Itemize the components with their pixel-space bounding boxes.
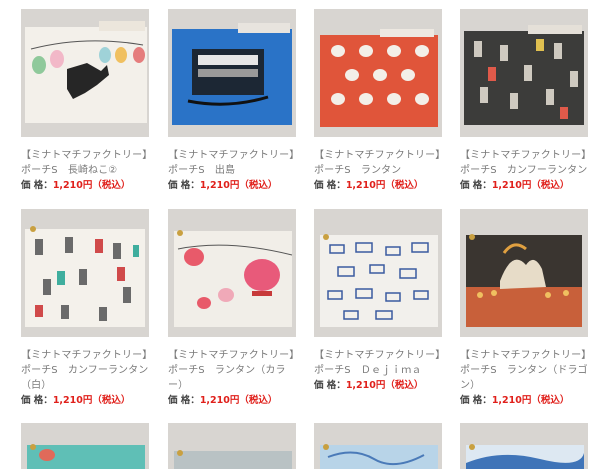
price-label: 価 格： [21,395,53,406]
product-brand[interactable]: 【ミナトマチファクトリー】 [168,348,299,363]
product-price: 価 格：1,210円（税込） [168,393,296,408]
product-name[interactable]: ポーチS 出島 [168,163,296,178]
product-card[interactable]: 【ミナトマチファクトリー】 ポーチS 長崎ねこ② 価 格：1,210円（税込） [21,9,152,193]
dejima-ship-pouch-icon [168,9,296,137]
product-brand[interactable]: 【ミナトマチファクトリー】 [314,348,445,363]
price-value: 1,210円 [52,395,93,406]
tax-note: （税込） [92,395,131,406]
product-name[interactable]: ポーチS 長崎ねこ② [21,163,149,178]
teal-pouch-icon [21,423,149,469]
kungfu-white-pouch-icon [21,209,149,337]
product-price: 価 格：1,210円（税込） [21,178,149,193]
product-price: 価 格：1,210円（税込） [460,393,588,408]
price-label: 価 格： [168,180,200,191]
product-card[interactable]: 【ミナトマチファクトリー】 ポーチS Ｄｅｊｉｍａ 価 格：1,210円（税込） [314,209,445,393]
product-image[interactable] [314,209,442,337]
product-card[interactable]: 【ミナトマチファクトリー】 ポーチS ランタン 価 格：1,210円（税込） [314,9,445,193]
product-price: 価 格：1,210円（税込） [168,178,296,193]
product-name[interactable]: ポーチS Ｄｅｊｉｍａ [314,363,442,378]
product-image[interactable] [21,423,149,469]
tax-note: （税込） [531,395,570,406]
dragon-lantern-pouch-icon [460,209,588,337]
product-image[interactable] [168,209,296,337]
price-value: 1,210円 [491,180,532,191]
product-image[interactable] [460,209,588,337]
price-label: 価 格： [314,180,346,191]
price-value: 1,210円 [52,180,93,191]
price-value: 1,210円 [345,380,386,391]
product-brand[interactable]: 【ミナトマチファクトリー】 [21,148,152,163]
price-label: 価 格： [168,395,200,406]
product-price: 価 格：1,210円（税込） [314,378,442,393]
product-card[interactable]: 【ミナトマチファクトリー】 ポーチS 出島 価 格：1,210円（税込） [168,9,299,193]
product-image[interactable] [314,9,442,137]
product-image[interactable] [168,9,296,137]
price-label: 価 格： [314,380,346,391]
tax-note: （税込） [239,180,278,191]
product-image[interactable] [460,9,588,137]
product-name[interactable]: ポーチS カンフーランタン [460,163,588,178]
product-image[interactable] [460,423,588,469]
product-name[interactable]: ポーチS ランタン（カラー） [168,363,296,393]
kungfu-pattern-pouch-icon [460,9,588,137]
product-card[interactable]: 【ミナトマチファクトリー】 ポーチS カンフーランタン（白） 価 格：1,210… [21,209,152,408]
product-card[interactable] [460,423,588,469]
product-card[interactable]: 【ミナトマチファクトリー】 ポーチS ランタン（ドラゴン） 価 格：1,210円… [460,209,591,408]
product-image[interactable] [314,423,442,469]
product-name[interactable]: ポーチS ランタン（ドラゴン） [460,363,588,393]
price-label: 価 格： [460,180,492,191]
price-label: 価 格： [21,180,53,191]
price-label: 価 格： [460,395,492,406]
dejima-pattern-pouch-icon [314,209,442,337]
price-value: 1,210円 [491,395,532,406]
product-name[interactable]: ポーチS ランタン [314,163,442,178]
tax-note: （税込） [385,380,424,391]
product-price: 価 格：1,210円（税込） [314,178,442,193]
price-value: 1,210円 [345,180,386,191]
tax-note: （税込） [239,395,278,406]
price-value: 1,210円 [199,180,240,191]
product-price: 価 格：1,210円（税込） [21,393,149,408]
product-card[interactable]: 【ミナトマチファクトリー】 ポーチS カンフーランタン 価 格：1,210円（税… [460,9,591,193]
product-brand[interactable]: 【ミナトマチファクトリー】 [168,148,299,163]
blue-pattern-pouch-icon [314,423,442,469]
product-card[interactable] [314,423,442,469]
grey-pouch-icon [168,423,296,469]
lantern-color-pouch-icon [168,209,296,337]
product-grid: 【ミナトマチファクトリー】 ポーチS 長崎ねこ② 価 格：1,210円（税込） … [0,0,600,469]
product-brand[interactable]: 【ミナトマチファクトリー】 [21,348,152,363]
cat-lanterns-pouch-icon [21,9,149,137]
product-brand[interactable]: 【ミナトマチファクトリー】 [460,148,591,163]
product-image[interactable] [21,209,149,337]
product-brand[interactable]: 【ミナトマチファクトリー】 [460,348,591,363]
product-price: 価 格：1,210円（税込） [460,178,588,193]
product-image[interactable] [168,423,296,469]
tax-note: （税込） [531,180,570,191]
product-image[interactable] [21,9,149,137]
tax-note: （税込） [385,180,424,191]
product-name[interactable]: ポーチS カンフーランタン（白） [21,363,149,393]
price-value: 1,210円 [199,395,240,406]
product-card[interactable] [168,423,296,469]
product-card[interactable]: 【ミナトマチファクトリー】 ポーチS ランタン（カラー） 価 格：1,210円（… [168,209,299,408]
tax-note: （税込） [92,180,131,191]
lantern-pattern-pouch-icon [314,9,442,137]
blue-wave-pouch-icon [460,423,588,469]
product-brand[interactable]: 【ミナトマチファクトリー】 [314,148,445,163]
product-card[interactable] [21,423,149,469]
